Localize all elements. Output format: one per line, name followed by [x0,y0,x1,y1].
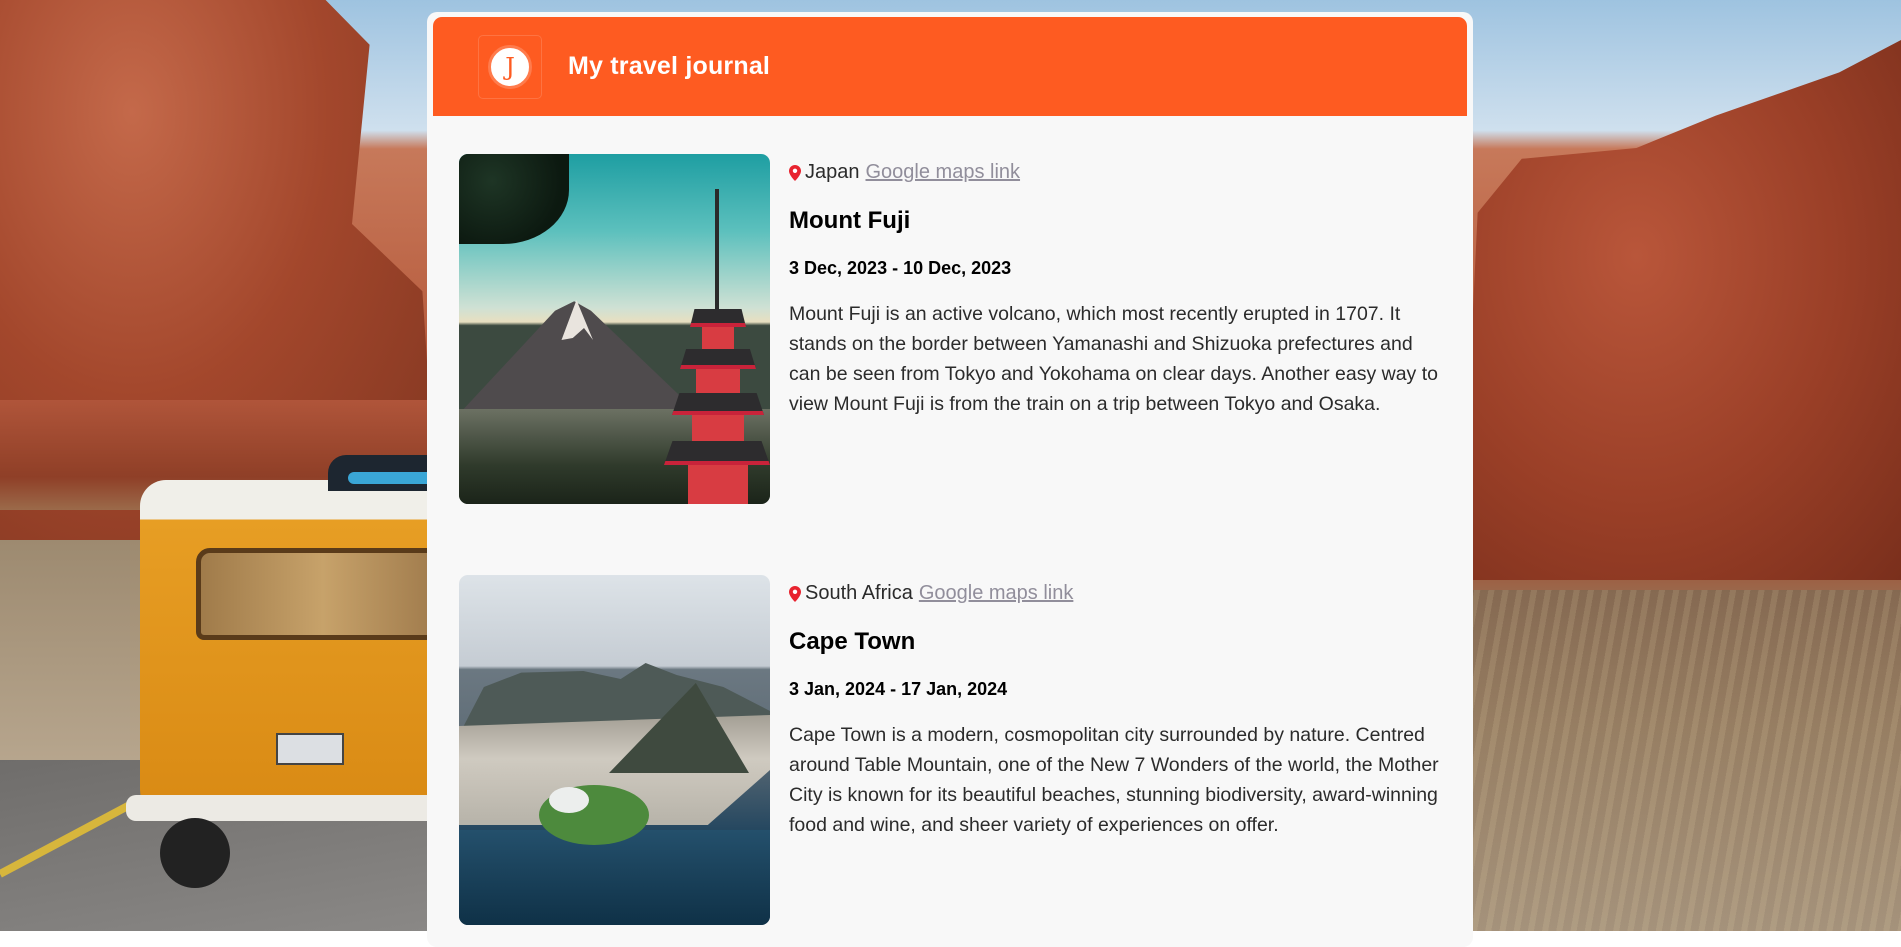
pagoda-body [696,369,740,393]
cape-stadium [549,787,589,813]
location-pin-icon [789,164,801,181]
pagoda-body [702,327,734,349]
pagoda-body [692,415,744,441]
journal-entry: South Africa Google maps link Cape Town … [459,575,1449,925]
van-rear-window [196,548,450,640]
entry-description: Mount Fuji is an active volcano, which m… [789,303,1438,415]
place-title: Cape Town [789,628,916,655]
pagoda [664,189,770,504]
pagoda-tier [690,309,746,327]
van-license-plate [276,733,344,765]
van-wheel [160,818,230,888]
pagoda-tier [680,349,756,369]
right-desert [1460,590,1901,931]
location-pin-icon [789,585,801,602]
logo-icon: J [488,44,532,89]
location-line: South Africa Google maps link [789,582,1449,604]
mount-fuji-photo [459,154,770,504]
journal-header: J My travel journal [433,17,1467,116]
cape-town-photo [459,575,770,925]
journal-entry: Japan Google maps link Mount Fuji 3 Dec,… [459,154,1449,504]
google-maps-link[interactable]: Google maps link [866,161,1021,184]
google-maps-link[interactable]: Google maps link [919,582,1074,605]
location-line: Japan Google maps link [789,161,1449,183]
place-title: Mount Fuji [789,207,911,234]
entry-details: Japan Google maps link Mount Fuji 3 Dec,… [789,154,1449,419]
trip-dates: 3 Jan, 2024 - 17 Jan, 2024 [789,679,1008,699]
journal-card: J My travel journal Japan Google maps li… [427,12,1473,947]
pagoda-spire [715,189,719,309]
pagoda-body [688,465,748,504]
entry-description: Cape Town is a modern, cosmopolitan city… [789,724,1439,836]
trip-dates: 3 Dec, 2023 - 10 Dec, 2023 [789,258,1012,278]
country-label: Japan [805,160,860,183]
page-title: My travel journal [568,52,771,80]
pagoda-tier [664,441,770,465]
entry-details: South Africa Google maps link Cape Town … [789,575,1449,840]
tree-branch [459,154,569,244]
cape-sea [459,830,770,925]
journal-logo: J [479,35,541,98]
van-bumper [126,795,446,821]
pagoda-tier [672,393,764,415]
country-label: South Africa [805,581,913,604]
right-cliff [1460,40,1901,580]
